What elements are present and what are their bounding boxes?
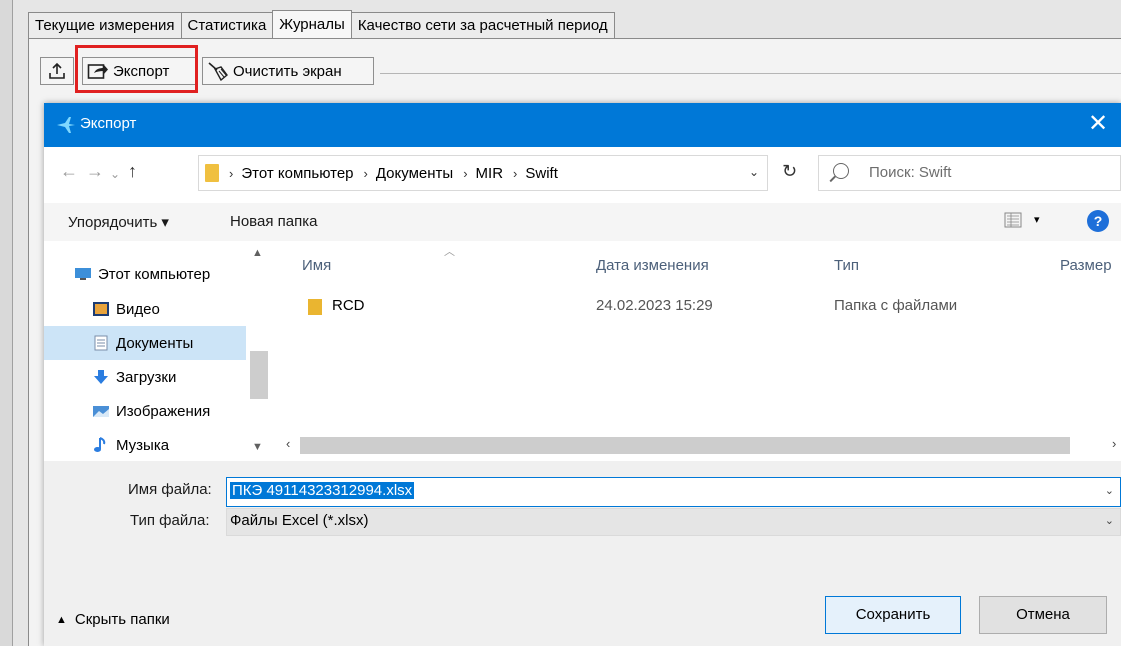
documents-icon (94, 335, 108, 351)
nav-item-this-pc[interactable]: Этот компьютер (44, 257, 246, 291)
forward-arrow-icon[interactable]: → (86, 161, 104, 182)
video-icon (93, 302, 109, 316)
nav-item-label: Загрузки (116, 368, 177, 386)
toolbar-separator (380, 73, 1121, 74)
file-type-label: Тип файла: (130, 512, 210, 529)
swift-app-icon (57, 117, 75, 133)
broom-icon (208, 62, 228, 81)
nav-item-documents[interactable]: Документы (44, 326, 246, 360)
computer-icon (75, 268, 91, 280)
clear-screen-button[interactable]: Очистить экран (202, 57, 374, 85)
scroll-down-icon[interactable]: ▼ (252, 441, 263, 453)
file-name-cell[interactable]: RCD (332, 297, 365, 314)
file-list: ︿ Имя Дата изменения Тип Размер RCD 24.0… (274, 241, 1121, 461)
scrollbar-thumb[interactable] (250, 351, 268, 399)
save-options-panel: Имя файла: ПКЭ 49114323312994.xlsx ⌄ Тип… (44, 461, 1121, 646)
tab-journals[interactable]: Журналы (272, 10, 352, 39)
upload-icon (49, 62, 65, 79)
dialog-titlebar[interactable]: Экспорт ✕ (44, 103, 1121, 147)
nav-item-label: Музыка (116, 436, 170, 454)
folder-icon (308, 299, 322, 315)
chevron-up-icon: ▲ (56, 613, 67, 626)
tab-network-quality[interactable]: Качество сети за расчетный период (350, 12, 615, 39)
search-placeholder: Поиск: Swift (869, 164, 952, 181)
horizontal-scrollbar[interactable]: ‹ › (274, 435, 1121, 455)
navigation-pane: Этот компьютер Видео Документы Загрузки … (44, 241, 274, 461)
recent-locations-icon[interactable]: ⌄ (110, 167, 120, 181)
dialog-title: Экспорт (80, 115, 137, 132)
tab-current-measurements[interactable]: Текущие измерения (28, 12, 182, 39)
chevron-down-icon[interactable]: ⌄ (1105, 484, 1114, 497)
up-arrow-icon[interactable]: ↑ (128, 161, 137, 182)
downloads-icon (94, 370, 108, 384)
file-type-cell: Папка с файлами (834, 297, 958, 314)
save-button[interactable]: Сохранить (825, 596, 961, 634)
scroll-up-icon[interactable]: ▲ (252, 247, 263, 259)
file-name-value: ПКЭ 49114323312994.xlsx (230, 482, 415, 499)
command-bar: Упорядочить ▾ Новая папка ▾ ? (44, 203, 1121, 241)
chevron-down-icon[interactable]: ⌄ (749, 165, 759, 179)
nav-item-label: Изображения (116, 402, 211, 420)
chevron-down-icon[interactable]: ▾ (1034, 213, 1040, 226)
nav-item-video[interactable]: Видео (44, 292, 246, 326)
breadcrumb-this-pc[interactable]: Этот компьютер (241, 165, 353, 182)
nav-item-pictures[interactable]: Изображения (44, 394, 246, 428)
music-icon (94, 437, 106, 452)
file-type-select[interactable]: Файлы Excel (*.xlsx) ⌄ (226, 508, 1121, 536)
organize-button[interactable]: Упорядочить ▾ (68, 213, 169, 231)
nav-item-music[interactable]: Музыка (44, 428, 246, 462)
address-bar[interactable]: › Этот компьютер › Документы › MIR › Swi… (198, 155, 768, 191)
upload-button[interactable] (40, 57, 74, 85)
breadcrumb-mir[interactable]: MIR (476, 165, 504, 182)
breadcrumb-documents[interactable]: Документы (376, 165, 453, 182)
column-header-name[interactable]: Имя (302, 257, 331, 274)
tab-statistics[interactable]: Статистика (180, 12, 274, 39)
column-header-date[interactable]: Дата изменения (596, 257, 709, 274)
pictures-icon (93, 406, 109, 417)
nav-item-downloads[interactable]: Загрузки (44, 360, 246, 394)
breadcrumb-swift[interactable]: Swift (525, 165, 558, 182)
new-folder-button[interactable]: Новая папка (230, 213, 317, 230)
sort-ascending-icon: ︿ (444, 246, 455, 258)
nav-item-label: Этот компьютер (98, 265, 211, 283)
search-input[interactable]: Поиск: Swift (818, 155, 1121, 191)
scroll-left-icon[interactable]: ‹ (286, 436, 290, 451)
file-type-value: Файлы Excel (*.xlsx) (230, 512, 369, 529)
breadcrumb-separator: › (229, 165, 234, 181)
breadcrumb-separator: › (513, 165, 518, 181)
view-options-icon[interactable] (1004, 211, 1022, 229)
breadcrumb-separator: › (363, 165, 368, 181)
nav-item-label: Документы (116, 334, 194, 352)
folder-icon (205, 164, 219, 182)
file-date-cell: 24.02.2023 15:29 (596, 297, 713, 314)
back-arrow-icon[interactable]: ← (60, 161, 78, 182)
column-header-size[interactable]: Размер (1060, 257, 1112, 274)
help-icon[interactable]: ? (1087, 210, 1109, 232)
app-left-bar (0, 0, 13, 646)
tab-strip: Текущие измерения Статистика Журналы Кач… (28, 10, 615, 39)
search-icon (833, 163, 849, 179)
column-header-type[interactable]: Тип (834, 257, 859, 274)
refresh-icon[interactable]: ↻ (782, 161, 797, 182)
export-dialog: Экспорт ✕ ← → ⌄ ↑ › Этот компьютер › Док… (44, 103, 1121, 646)
cancel-button[interactable]: Отмена (979, 596, 1107, 634)
nav-item-label: Видео (116, 300, 160, 318)
breadcrumb-separator: › (463, 165, 468, 181)
hide-folders-label: Скрыть папки (74, 611, 170, 628)
clear-screen-label: Очистить экран (233, 62, 342, 80)
close-button[interactable]: ✕ (1075, 103, 1121, 147)
chevron-down-icon[interactable]: ⌄ (1105, 514, 1114, 527)
export-highlight-frame (75, 45, 198, 93)
hide-folders-button[interactable]: ▲ Скрыть папки (56, 611, 170, 628)
file-name-label: Имя файла: (128, 481, 212, 498)
scroll-right-icon[interactable]: › (1112, 436, 1116, 451)
scrollbar-thumb[interactable] (300, 437, 1070, 454)
navigation-bar: ← → ⌄ ↑ › Этот компьютер › Документы › M… (44, 147, 1121, 203)
file-name-field[interactable]: ПКЭ 49114323312994.xlsx ⌄ (226, 477, 1121, 507)
